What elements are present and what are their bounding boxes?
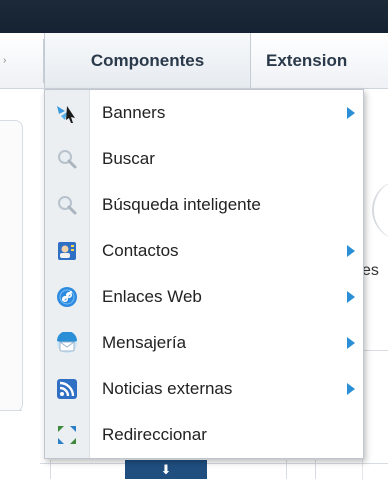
menu-componentes[interactable]: Componentes [44,33,251,88]
menu-item-mensajeria[interactable]: Mensajería [45,320,363,366]
background-panel-left-bottom [0,410,22,480]
menu-item-label: Contactos [102,241,179,260]
menu-item-enlaces-web[interactable]: Enlaces Web [45,274,363,320]
messaging-icon [45,320,89,366]
menu-item-label: Enlaces Web [102,287,202,306]
background-divider [362,350,388,351]
main-menubar: › Componentes Extension [0,33,388,89]
background-column-line [315,460,316,479]
background-panel-right [362,120,388,480]
menu-item-label: Noticias externas [102,379,233,398]
componentes-dropdown-menu: Banners Buscar Búsqueda inteligente Cont… [44,89,364,459]
rss-icon [45,366,89,412]
menubar-left-stub: › [3,55,7,66]
menu-item-label: Banners [102,103,166,122]
menu-item-busqueda-inteligente[interactable]: Búsqueda inteligente [45,182,363,228]
menu-item-label: Redireccionar [102,425,207,444]
menu-item-redireccionar[interactable]: Redireccionar [45,412,363,458]
submenu-arrow-icon [347,337,355,349]
background-panel-left [0,120,23,412]
menu-item-label: Búsqueda inteligente [102,195,261,214]
submenu-arrow-icon [347,383,355,395]
web-links-icon [45,274,89,320]
download-arrow-icon: ⬇ [160,462,172,477]
background-column-line [50,460,51,479]
submenu-arrow-icon [347,291,355,303]
menu-extensiones[interactable]: Extension [266,33,388,88]
menu-item-contactos[interactable]: Contactos [45,228,363,274]
submenu-arrow-icon [347,107,355,119]
background-download-button[interactable]: ⬇ [125,460,207,479]
menu-item-label: Mensajería [102,333,187,352]
search-icon [45,136,89,182]
menu-item-buscar[interactable]: Buscar [45,136,363,182]
redirect-icon [45,412,89,458]
smart-search-icon [45,182,89,228]
menu-item-banners[interactable]: Banners [45,90,363,136]
background-bottom-divider [40,463,388,480]
background-text-fragment: es [362,262,379,279]
menu-item-label: Buscar [102,149,155,168]
contacts-icon [45,228,89,274]
menu-item-noticias-externas[interactable]: Noticias externas [45,366,363,412]
banners-icon [45,90,89,136]
background-column-line [286,460,287,479]
admin-top-bar [0,0,388,33]
submenu-arrow-icon [347,245,355,257]
